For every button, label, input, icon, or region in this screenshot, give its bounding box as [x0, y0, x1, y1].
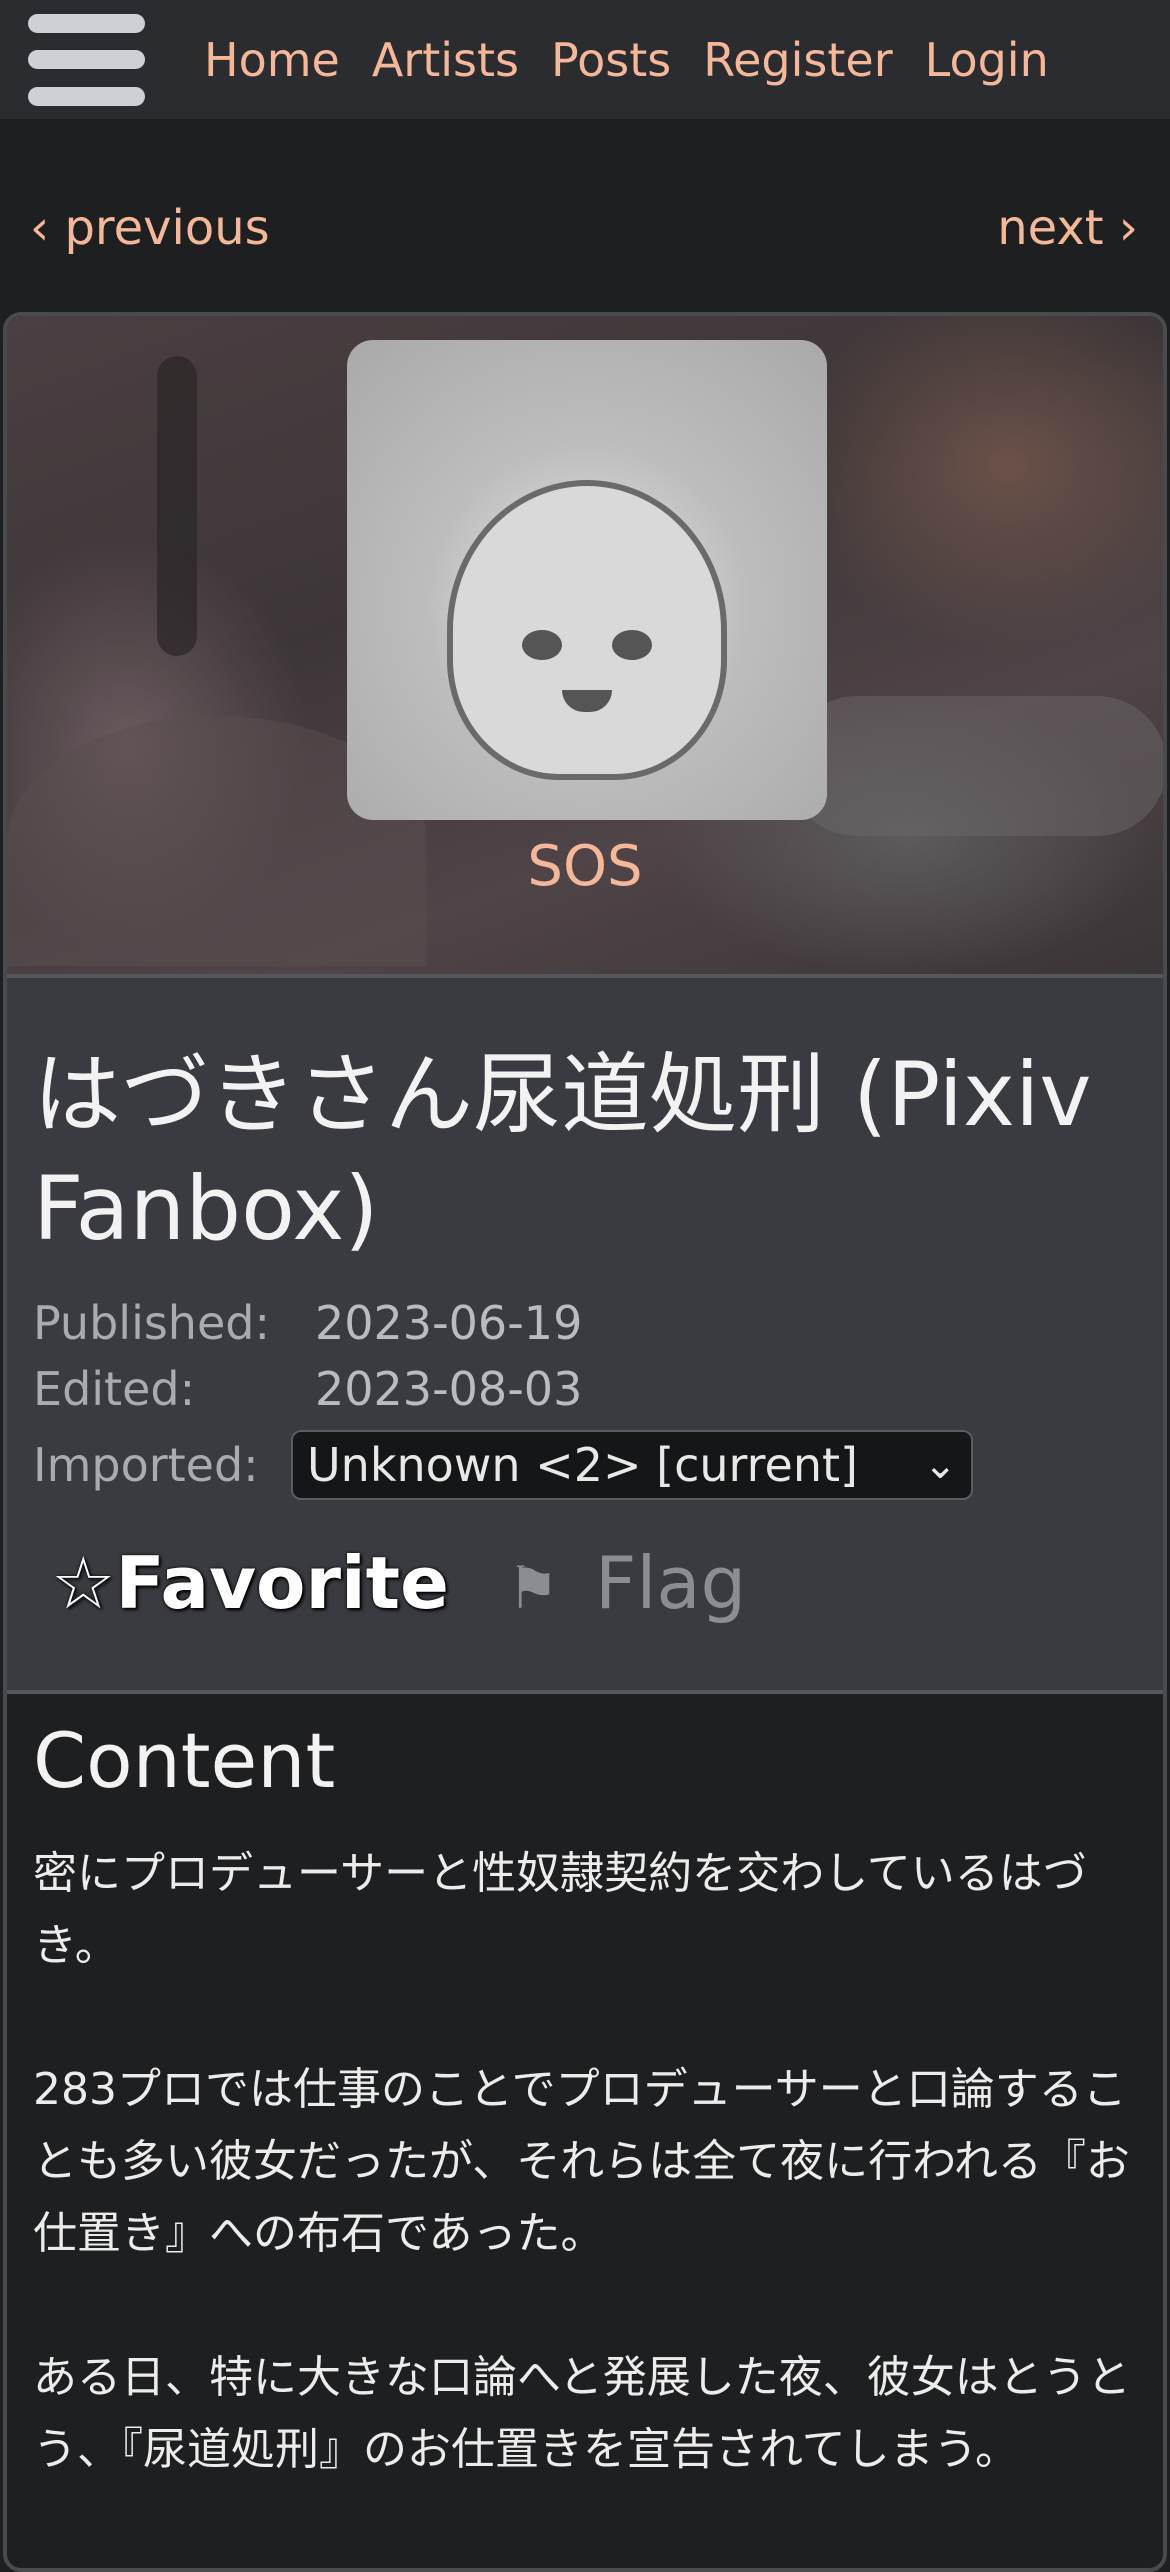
previous-post-link[interactable]: ‹ previous	[30, 200, 270, 256]
post-card: SOS はづきさん尿道処刑 (Pixiv Fanbox) Published: 2…	[3, 312, 1167, 2572]
imported-label: Imported:	[33, 1438, 259, 1492]
post-actions: ☆Favorite ⚑ Flag	[51, 1538, 746, 1628]
hamburger-menu-icon[interactable]	[28, 14, 145, 106]
content-paragraph: 密にプロデューサーと性奴隷契約を交わしているはづき。	[33, 1848, 1087, 1971]
content-heading: Content	[33, 1716, 336, 1805]
import-version-select[interactable]: Unknown <2> [current] ⌄	[291, 1430, 973, 1500]
main-nav: Home Artists Posts Register Login	[204, 0, 1049, 119]
artist-avatar[interactable]	[347, 340, 827, 820]
flag-label: Flag	[594, 1541, 747, 1625]
favorite-label: Favorite	[115, 1541, 449, 1625]
nav-link-home[interactable]: Home	[204, 33, 340, 87]
imported-row: Imported: Unknown <2> [current] ⌄	[33, 1430, 973, 1500]
edited-date: 2023-08-03	[315, 1362, 583, 1416]
content-paragraph: ある日、特に大きな口論へと発展した夜、彼女はとうとう、『尿道処刑』のお仕置きを宣…	[33, 2352, 1131, 2475]
favorite-button[interactable]: ☆Favorite	[51, 1541, 449, 1625]
artist-banner: SOS	[7, 316, 1163, 974]
chevron-down-icon: ⌄	[923, 1442, 957, 1488]
published-label: Published:	[33, 1296, 270, 1350]
menu-bar-line	[28, 87, 145, 106]
banner-decoration	[157, 356, 197, 656]
content-paragraph: 283プロでは仕事のことでプロデューサーと口論することも多い彼女だったが、それら…	[33, 2064, 1130, 2259]
nav-link-posts[interactable]: Posts	[551, 33, 671, 87]
avatar-illustration	[447, 480, 727, 780]
flag-icon: ⚑	[506, 1554, 559, 1622]
artist-name-link[interactable]: SOS	[7, 834, 1163, 899]
post-title: はづきさん尿道処刑 (Pixiv Fanbox)	[33, 1043, 1092, 1260]
published-row: Published: 2023-06-19	[33, 1296, 582, 1350]
import-version-selected: Unknown <2> [current]	[307, 1438, 858, 1492]
flag-button[interactable]: ⚑ Flag	[507, 1541, 746, 1625]
avatar-illustration	[612, 630, 652, 660]
menu-bar-line	[28, 50, 145, 69]
avatar-illustration	[522, 630, 562, 660]
menu-bar-line	[28, 14, 145, 33]
published-date: 2023-06-19	[315, 1296, 583, 1350]
edited-row: Edited: 2023-08-03	[33, 1362, 582, 1416]
nav-link-register[interactable]: Register	[703, 33, 892, 87]
post-pager: ‹ previous next ›	[0, 200, 1170, 280]
nav-link-login[interactable]: Login	[925, 33, 1049, 87]
next-post-link[interactable]: next ›	[997, 200, 1138, 256]
post-info-panel: はづきさん尿道処刑 (Pixiv Fanbox) Published: 2023-…	[7, 974, 1163, 1694]
star-icon: ☆	[51, 1541, 116, 1625]
nav-link-artists[interactable]: Artists	[372, 33, 519, 87]
top-navigation-bar: Home Artists Posts Register Login	[0, 0, 1170, 119]
edited-label: Edited:	[33, 1362, 196, 1416]
banner-decoration	[787, 696, 1163, 836]
